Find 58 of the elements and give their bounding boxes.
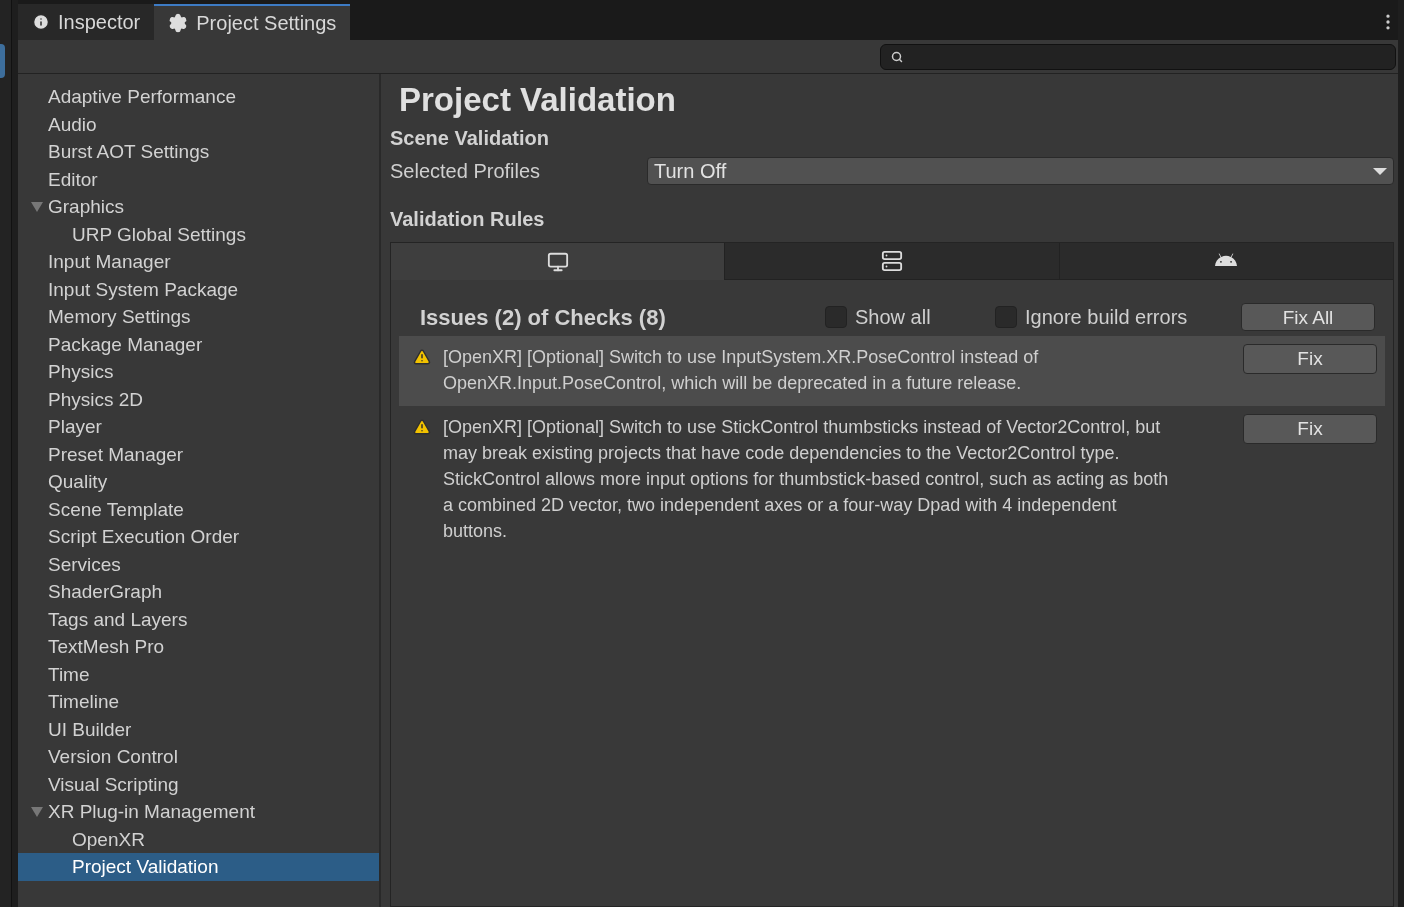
search-field[interactable] [880, 43, 1396, 70]
platform-tab[interactable] [391, 243, 725, 280]
tree-item[interactable]: Physics 2D [18, 385, 379, 413]
tree-item[interactable]: Memory Settings [18, 303, 379, 331]
tree-item[interactable]: Visual Scripting [18, 770, 379, 798]
window-tab[interactable]: Project Settings [154, 4, 351, 40]
expanded-caret-icon[interactable] [31, 201, 43, 212]
platform-tab[interactable] [1058, 243, 1393, 280]
issue-text: [OpenXR] [Optional] Switch to use StickControl thumbsticks instead of Vector2Control, but may break existing projects that have code dependencies to the Vector2Control type. StickControl allows more input options for thumbstick-based control, such as acting as both a combined 2D vector, two independent axes or a four-way Dpad with 4 independent buttons. [443, 416, 1170, 543]
tree-item[interactable]: Physics [18, 358, 379, 386]
tree-item[interactable]: Package Manager [18, 330, 379, 358]
tree-item[interactable]: Time [18, 660, 379, 688]
tree-item[interactable]: Scene Template [18, 495, 379, 523]
section-heading: Scene Validation [390, 126, 550, 151]
tree-item[interactable]: Services [18, 550, 379, 578]
platform-tab[interactable] [724, 243, 1059, 280]
warning-icon [413, 348, 431, 366]
tree-item[interactable]: UI Builder [18, 715, 379, 743]
tree-item[interactable]: Audio [18, 110, 379, 138]
checkbox-label: Show all [855, 305, 931, 330]
issues-heading: Issues (2) of Checks (8) [420, 303, 667, 332]
tree-item[interactable]: Version Control [18, 743, 379, 771]
fix-button[interactable]: Fix [1243, 414, 1377, 444]
field-label: Selected Profiles [390, 159, 542, 184]
server-icon [881, 250, 903, 272]
tree-item[interactable]: XR Plug-in Management [18, 798, 379, 826]
tree-item[interactable]: Graphics [18, 193, 379, 221]
fix-all-button[interactable]: Fix All [1241, 303, 1375, 331]
tree-item[interactable]: Preset Manager [18, 440, 379, 468]
warning-icon [413, 418, 431, 436]
dropdown-caret-icon [1373, 167, 1387, 175]
info-icon [32, 13, 50, 31]
tree-item[interactable]: Tags and Layers [18, 605, 379, 633]
expanded-caret-icon[interactable] [31, 806, 43, 817]
tree-item[interactable]: Input System Package [18, 275, 379, 303]
issue-text: [OpenXR] [Optional] Switch to use InputSystem.XR.PoseControl instead of OpenXR.Input.PoseControl, which will be deprecated in a future release. [443, 346, 1040, 395]
tree-item[interactable]: OpenXR [18, 825, 379, 853]
settings-icon [168, 13, 189, 33]
tree-item[interactable]: Project Validation [18, 853, 379, 881]
checkbox-label: Ignore build errors [1025, 305, 1188, 330]
search-icon [891, 50, 903, 63]
window-tab[interactable]: Inspector [18, 4, 155, 40]
section-heading: Validation Rules [390, 207, 546, 232]
tree-item[interactable]: Quality [18, 468, 379, 496]
page-title: Project Validation [398, 80, 677, 120]
tree-item[interactable]: Player [18, 413, 379, 441]
tree-item[interactable]: Script Execution Order [18, 523, 379, 551]
monitor-icon [546, 250, 569, 273]
tree-item[interactable]: Timeline [18, 688, 379, 716]
tree-item[interactable]: Input Manager [18, 248, 379, 276]
tree-item[interactable]: Adaptive Performance [18, 83, 379, 111]
profiles-dropdown[interactable]: Turn Off [647, 157, 1394, 185]
fix-button[interactable]: Fix [1243, 344, 1377, 374]
tree-item[interactable]: Burst AOT Settings [18, 138, 379, 166]
tree-item[interactable]: ShaderGraph [18, 578, 379, 606]
tree-item[interactable]: TextMesh Pro [18, 633, 379, 661]
tree-item[interactable]: URP Global Settings [18, 220, 379, 248]
tree-item[interactable]: Editor [18, 165, 379, 193]
